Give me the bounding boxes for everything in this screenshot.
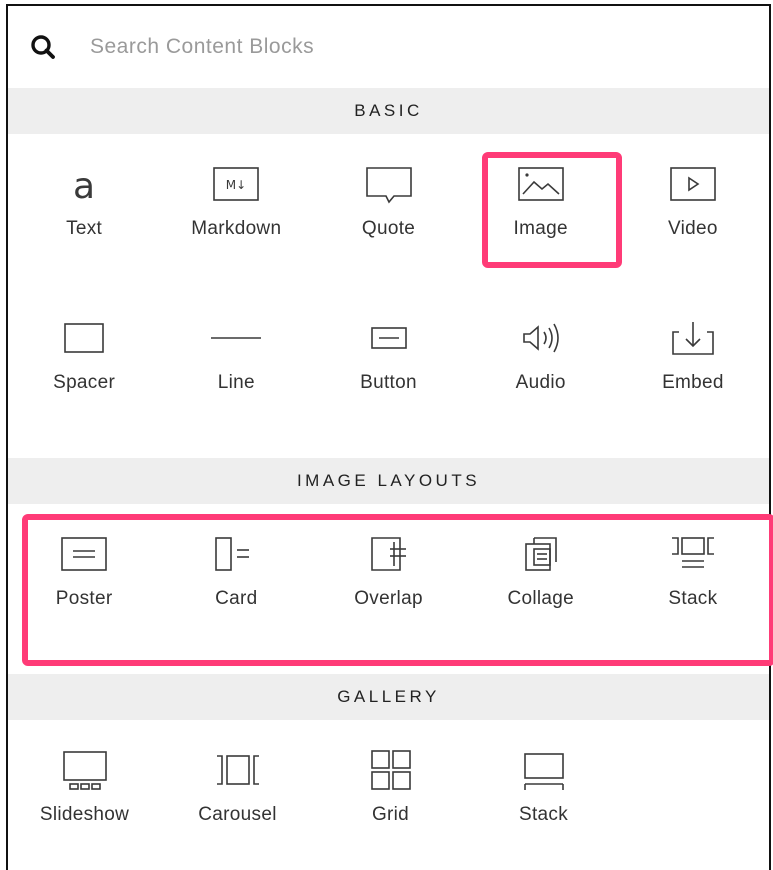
block-label: Line — [217, 372, 255, 393]
block-stack-gallery[interactable]: Stack — [467, 720, 620, 870]
block-label: Video — [668, 218, 718, 239]
block-label: Audio — [515, 372, 566, 393]
block-label: Stack — [518, 804, 569, 825]
block-markdown[interactable]: M↓ Markdown — [160, 134, 312, 284]
slideshow-icon — [62, 751, 107, 790]
block-line[interactable]: Line — [160, 288, 312, 438]
block-video[interactable]: Video — [617, 134, 769, 284]
svg-text:M↓: M↓ — [226, 178, 246, 192]
stack-gallery-icon — [523, 753, 564, 790]
markdown-icon: M↓ — [213, 167, 260, 201]
block-label: Markdown — [191, 218, 282, 239]
highlight-image-block — [482, 152, 622, 268]
block-label: Spacer — [53, 372, 116, 393]
section-header-image-layouts: IMAGE LAYOUTS — [8, 458, 769, 504]
svg-text:a: a — [73, 166, 95, 207]
content-blocks-panel: BASIC a Text M↓ Markdown Quote — [6, 4, 773, 870]
block-label: Carousel — [198, 804, 277, 825]
video-icon — [670, 167, 716, 201]
block-carousel[interactable]: Carousel — [161, 720, 314, 870]
block-label: Quote — [361, 218, 416, 239]
search-icon — [31, 35, 55, 59]
basic-row-2: Spacer Line Button Audio Embed — [8, 288, 769, 438]
block-label: Grid — [371, 804, 410, 825]
block-button[interactable]: Button — [312, 288, 464, 438]
block-slideshow[interactable]: Slideshow — [8, 720, 161, 870]
block-spacer[interactable]: Spacer — [8, 288, 160, 438]
audio-icon — [522, 323, 559, 353]
line-icon — [211, 337, 262, 339]
grid-icon — [370, 750, 411, 790]
button-icon — [370, 327, 407, 349]
search-bar — [8, 6, 769, 88]
text-icon: a — [73, 166, 95, 207]
block-label: Slideshow — [39, 804, 130, 825]
spacer-icon — [64, 323, 104, 353]
highlight-image-layouts — [22, 514, 773, 666]
carousel-icon — [216, 755, 259, 785]
block-grid[interactable]: Grid — [314, 720, 467, 870]
embed-icon — [672, 322, 714, 355]
block-label: Button — [360, 372, 417, 393]
block-text[interactable]: a Text — [8, 134, 160, 284]
gallery-row: Slideshow Carousel Grid Stack — [8, 720, 769, 870]
block-embed[interactable]: Embed — [617, 288, 769, 438]
search-input[interactable] — [88, 34, 652, 60]
quote-icon — [365, 167, 412, 204]
section-header-gallery: GALLERY — [8, 674, 769, 720]
section-header-basic: BASIC — [8, 88, 769, 134]
block-audio[interactable]: Audio — [465, 288, 617, 438]
block-label: Text — [66, 218, 103, 239]
block-label: Embed — [662, 372, 724, 393]
basic-row-1: a Text M↓ Markdown Quote Image Video — [8, 134, 769, 284]
block-quote[interactable]: Quote — [312, 134, 464, 284]
